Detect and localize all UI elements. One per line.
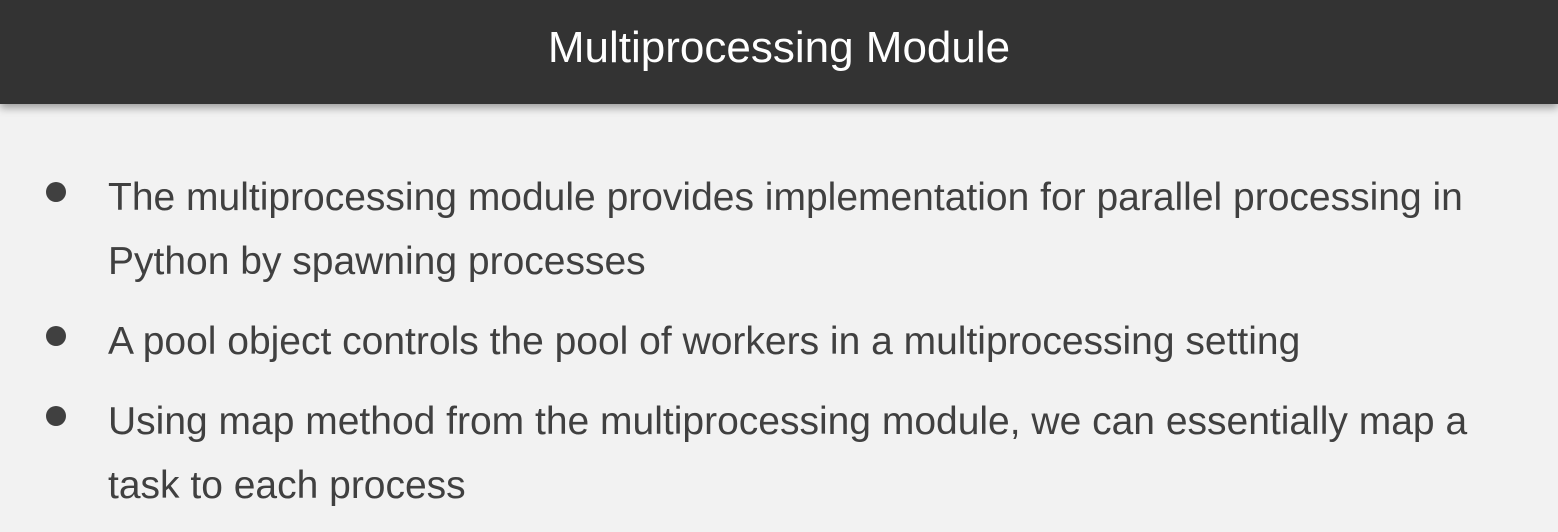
slide-content: The multiprocessing module provides impl…: [0, 104, 1558, 532]
slide-title: Multiprocessing Module: [547, 23, 1011, 72]
bullet-item: A pool object controls the pool of worke…: [46, 310, 1548, 374]
bullet-text: Using map method from the multiprocessin…: [108, 400, 1468, 507]
bullet-text: The multiprocessing module provides impl…: [108, 176, 1463, 283]
bullet-dot-icon: [46, 406, 66, 426]
bullet-dot-icon: [46, 326, 66, 346]
bullet-text: A pool object controls the pool of worke…: [108, 320, 1301, 363]
bullet-item: Using map method from the multiprocessin…: [46, 390, 1548, 518]
bullet-dot-icon: [46, 182, 66, 202]
slide-header: Multiprocessing Module: [0, 0, 1558, 104]
bullet-item: The multiprocessing module provides impl…: [46, 166, 1548, 294]
